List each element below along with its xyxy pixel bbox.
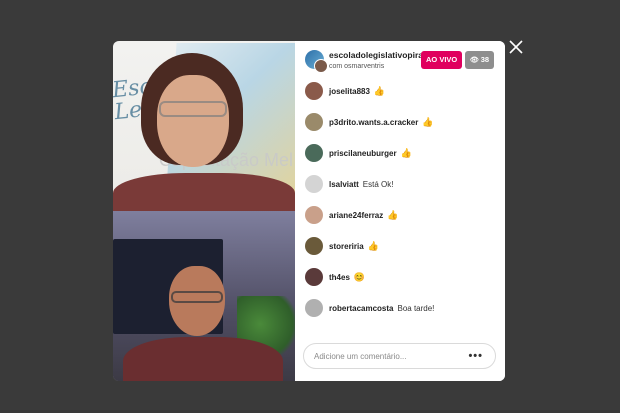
video-feed-guest — [113, 211, 295, 381]
guest-body — [123, 337, 283, 381]
close-button[interactable] — [509, 40, 523, 54]
thumbs-up-emoji: 👍 — [373, 86, 386, 96]
smile-emoji: 😊 — [353, 272, 366, 282]
live-badge: AO VIVO — [421, 51, 463, 69]
comment-row: th4es 😊 — [305, 267, 500, 287]
commenter-username[interactable]: storeriria — [329, 242, 364, 251]
commenter-username[interactable]: robertacamcosta — [329, 304, 393, 313]
commenter-avatar[interactable] — [305, 268, 323, 286]
commenter-avatar[interactable] — [305, 299, 323, 317]
comment-box[interactable]: ••• — [303, 343, 496, 369]
comment-text: Boa tarde! — [397, 303, 435, 313]
thumbs-up-emoji: 👍 — [387, 210, 399, 220]
video-feed-host: Escola do Legislativo Capacitação Mel — [113, 41, 295, 211]
guest-avatar[interactable] — [314, 59, 328, 73]
commenter-avatar[interactable] — [305, 237, 323, 255]
host-face — [157, 75, 229, 167]
guest-username-line[interactable]: com osmarventris — [329, 63, 384, 70]
comment-row: priscilaneuburger 👍 — [305, 143, 500, 163]
commenter-username[interactable]: th4es — [329, 273, 350, 282]
comment-row: robertacamcosta Boa tarde! — [305, 298, 500, 318]
commenter-username[interactable]: lsalviatt — [329, 180, 359, 189]
live-header: escoladolegislativopira com osmarventris… — [295, 41, 505, 79]
host-body — [113, 173, 295, 211]
commenter-username[interactable]: ariane24ferraz — [329, 211, 383, 220]
comment-input[interactable] — [314, 347, 464, 365]
guest-glasses — [171, 291, 223, 303]
commenter-username[interactable]: p3drito.wants.a.cracker — [329, 118, 418, 127]
comment-row: joselita883 👍 — [305, 81, 500, 101]
commenter-username[interactable]: priscilaneuburger — [329, 149, 397, 158]
comment-row: ariane24ferraz 👍 — [305, 205, 500, 225]
comment-row: lsalviatt Está Ok! — [305, 174, 500, 194]
commenter-username[interactable]: joselita883 — [329, 87, 370, 96]
viewer-count: 38 — [480, 55, 490, 64]
commenter-avatar[interactable] — [305, 113, 323, 131]
more-options-icon[interactable]: ••• — [468, 350, 483, 362]
chat-panel: escoladolegislativopira com osmarventris… — [295, 41, 505, 381]
eye-icon: 👁 — [469, 57, 479, 64]
live-video[interactable]: Escola do Legislativo Capacitação Mel — [113, 41, 295, 381]
thumbs-up-emoji: 👍 — [400, 148, 412, 158]
comment-row: storeriria 👍 — [305, 236, 500, 256]
commenter-avatar[interactable] — [305, 206, 323, 224]
thumbs-up-emoji: 👍 — [367, 241, 379, 251]
viewer-count-badge[interactable]: 👁 38 — [465, 51, 494, 69]
commenter-avatar[interactable] — [305, 82, 323, 100]
host-glasses — [159, 101, 227, 117]
host-username[interactable]: escoladolegislativopira — [329, 50, 423, 60]
close-icon — [509, 40, 523, 54]
comment-row: p3drito.wants.a.cracker 👍 — [305, 112, 500, 132]
commenter-avatar[interactable] — [305, 175, 323, 193]
live-modal: Escola do Legislativo Capacitação Mel es… — [113, 41, 505, 381]
comment-text: Está Ok! — [362, 179, 394, 189]
commenter-avatar[interactable] — [305, 144, 323, 162]
thumbs-up-emoji: 👍 — [422, 117, 434, 127]
